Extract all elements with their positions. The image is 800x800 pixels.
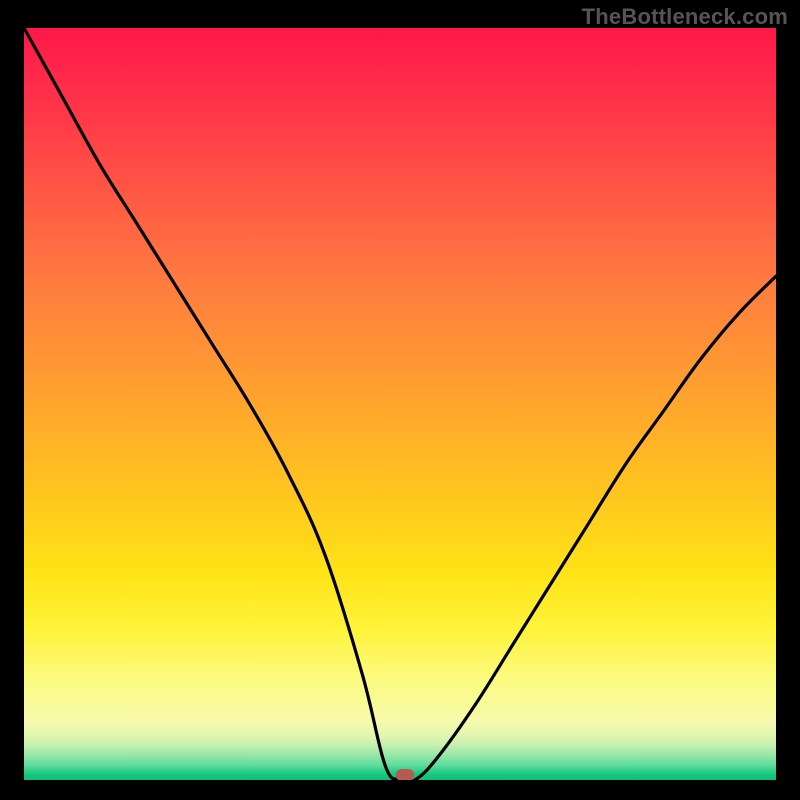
chart-page: TheBottleneck.com [0, 0, 800, 800]
plot-area [24, 28, 776, 780]
curve-svg [24, 28, 776, 780]
optimum-marker [396, 769, 414, 780]
bottleneck-curve [24, 28, 776, 780]
watermark-text: TheBottleneck.com [582, 4, 788, 30]
plot-frame [24, 28, 776, 780]
